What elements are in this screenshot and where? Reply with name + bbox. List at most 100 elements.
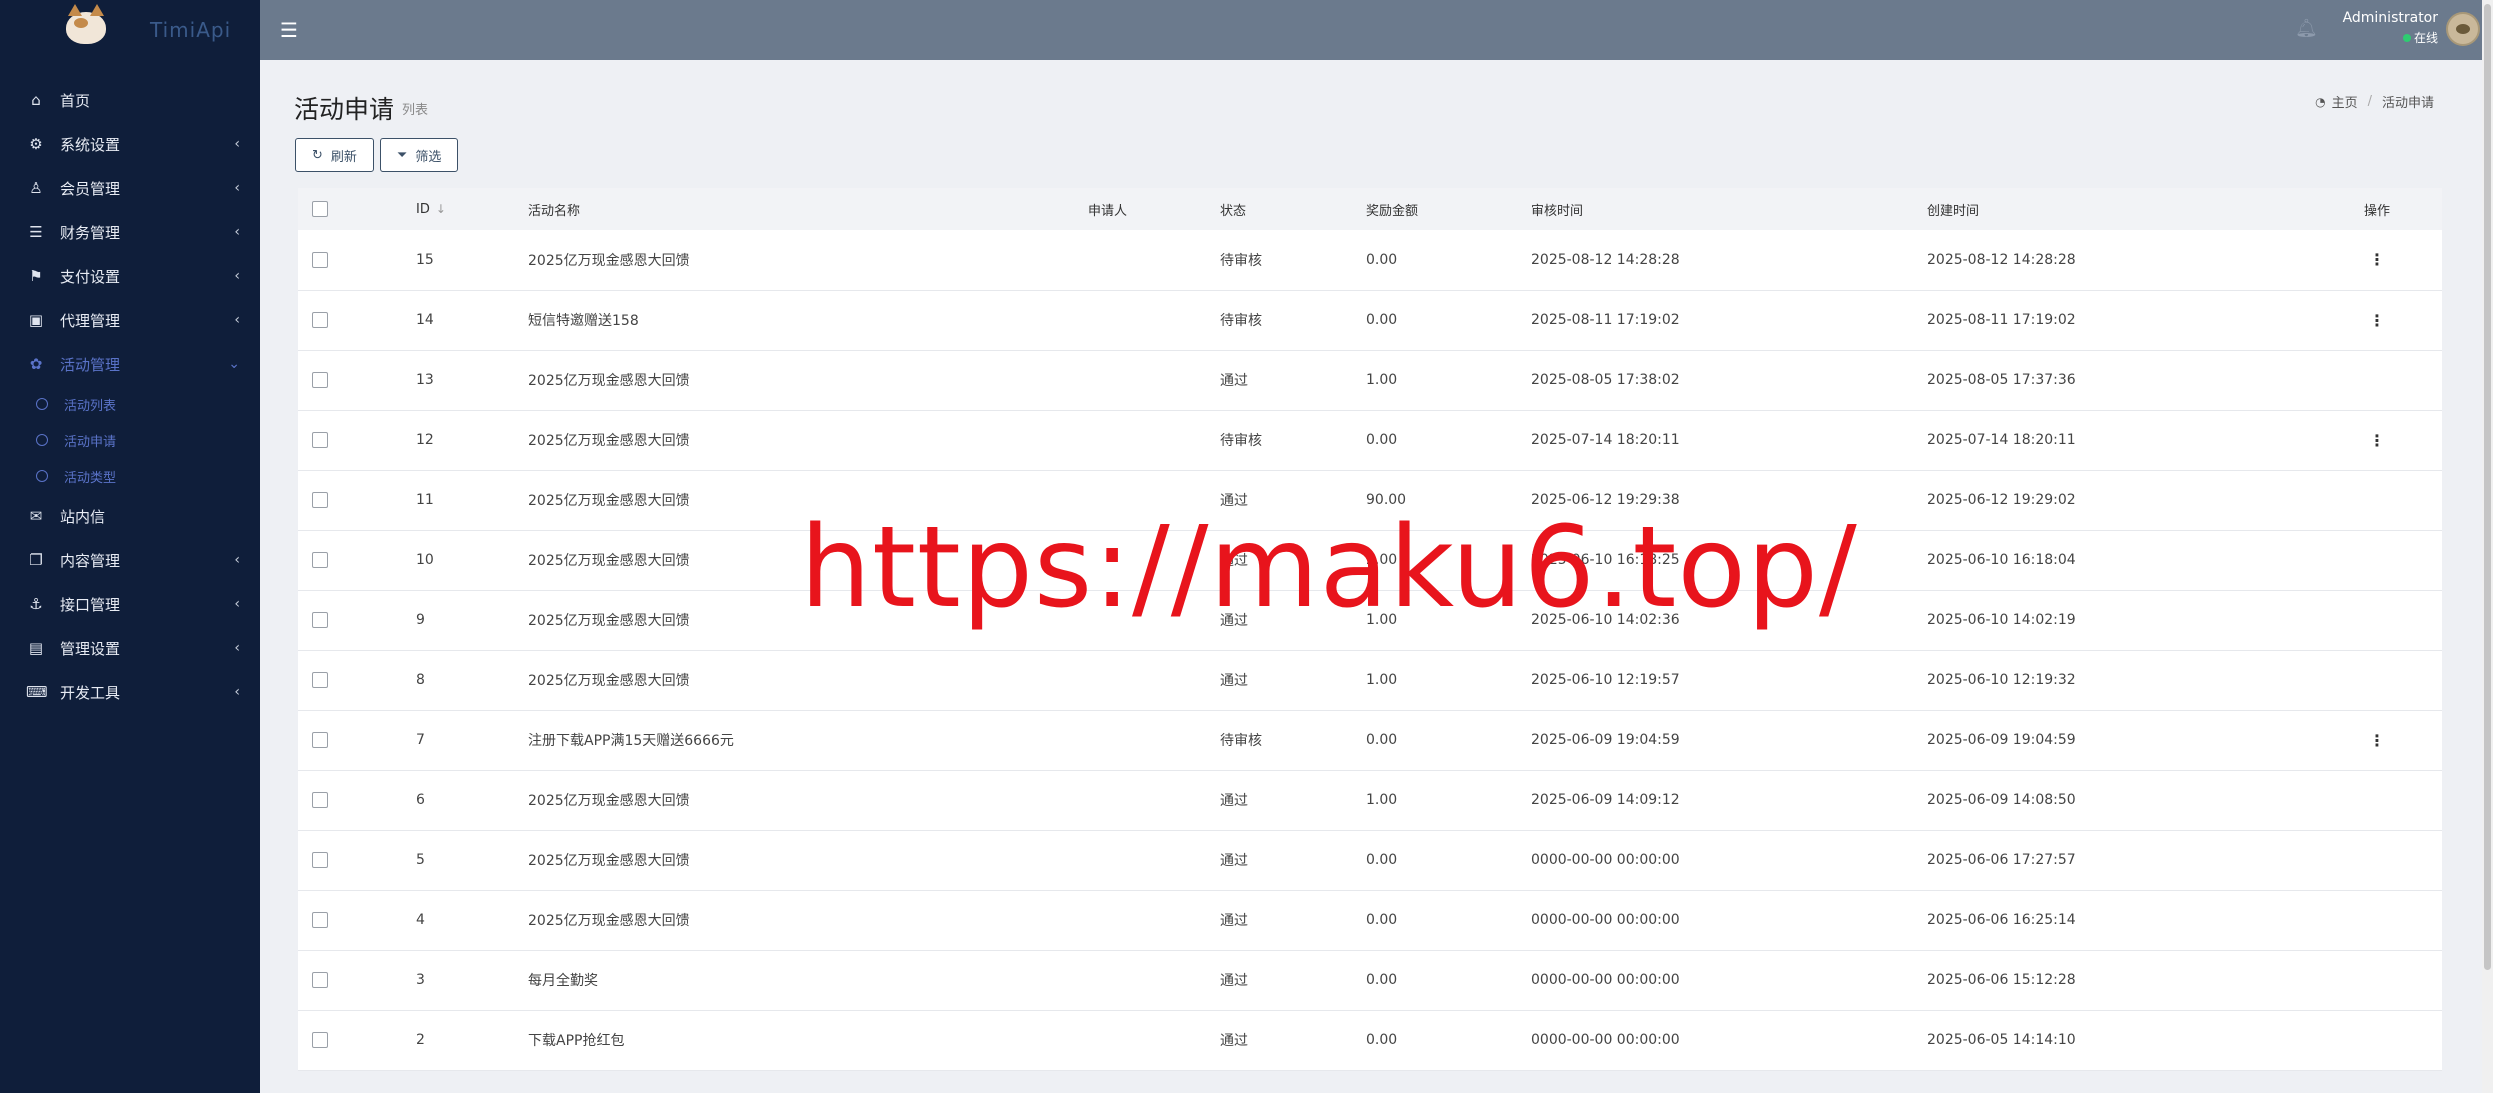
- column-header-id[interactable]: ID ↓: [416, 188, 528, 230]
- row-checkbox[interactable]: [312, 251, 328, 268]
- cell-created-time: 2025-08-12 14:28:28: [1927, 251, 2076, 268]
- sidebar-item[interactable]: ☰ 财务管理 ‹: [0, 210, 260, 254]
- row-checkbox[interactable]: [312, 552, 328, 568]
- breadcrumb-home[interactable]: 主页: [2332, 92, 2358, 111]
- table-row[interactable]: 7 注册下载APP满15天赠送6666元 待审核 0.00 2025-06-09 19:…: [298, 710, 2442, 770]
- select-all-checkbox[interactable]: [312, 201, 328, 217]
- submenu-item[interactable]: 活动申请: [0, 422, 260, 458]
- cell-id: 8: [416, 672, 425, 688]
- user-status: 在线: [2328, 29, 2438, 46]
- row-checkbox[interactable]: [312, 1032, 328, 1048]
- sidebar-item[interactable]: ✿ 活动管理 ⌄: [0, 342, 260, 386]
- submenu-item[interactable]: 活动列表: [0, 386, 260, 422]
- table-row[interactable]: 12 2025亿万现金感恩大回馈 待审核 0.00 2025-07-14 18:20:1…: [298, 410, 2442, 470]
- cell-status: 通过: [1220, 973, 1248, 989]
- refresh-button[interactable]: ↻ 刷新: [295, 138, 374, 172]
- scrollbar-thumb[interactable]: [2484, 4, 2491, 970]
- row-checkbox[interactable]: [312, 492, 328, 508]
- cell-amount: 1.00: [1366, 672, 1398, 688]
- table-row[interactable]: 2 下载APP抢红包 通过 0.00 0000-00-00 00:00:00 2025-0…: [298, 1010, 2442, 1070]
- cell-created-time: 2025-08-11 17:19:02: [1927, 312, 2076, 328]
- sidebar: TimiApi ⌂ 首页 ⚙ 系统设置 ‹ ♙ 会员管理 ‹ ☰ 财务管理 ‹ ⚑ 支付设置 ‹ ▣ 代理管理…: [0, 0, 260, 1093]
- cell-id: 5: [416, 852, 425, 868]
- cell-id: 13: [416, 372, 434, 388]
- cell-select: [298, 830, 416, 890]
- cell-applicant: [1088, 230, 1220, 290]
- cell-applicant: [1088, 950, 1220, 1010]
- row-checkbox[interactable]: [312, 732, 328, 748]
- activity-submenu: 活动列表 活动申请 活动类型: [0, 386, 260, 494]
- sidebar-item[interactable]: ♙ 会员管理 ‹: [0, 166, 260, 210]
- breadcrumb-current: 活动申请: [2381, 96, 2434, 111]
- menu-toggle-icon[interactable]: ☰: [280, 18, 298, 42]
- cell-review-time: 2025-08-05 17:38:02: [1531, 372, 1680, 388]
- page-scrollbar[interactable]: [2482, 0, 2493, 1093]
- column-header-amount: 奖励金额: [1366, 203, 1419, 219]
- cell-select: [298, 650, 416, 710]
- table-row[interactable]: 14 短信特邀赠送158 待审核 0.00 2025-08-11 17:19:02 202…: [298, 290, 2442, 350]
- row-checkbox[interactable]: [312, 852, 328, 868]
- sidebar-item[interactable]: ⌨ 开发工具 ‹: [0, 670, 260, 714]
- cell-actions: ⋮: [2312, 290, 2442, 350]
- table-row[interactable]: 5 2025亿万现金感恩大回馈 通过 0.00 0000-00-00 00:00:00 2…: [298, 830, 2442, 890]
- table-row[interactable]: 6 2025亿万现金感恩大回馈 通过 1.00 2025-06-09 14:09:12 2…: [298, 770, 2442, 830]
- bell-icon[interactable]: 🔔︎: [2295, 18, 2318, 39]
- cell-amount: 1.00: [1366, 372, 1398, 388]
- row-checkbox[interactable]: [312, 912, 328, 928]
- more-options-icon[interactable]: ⋮: [2369, 431, 2385, 450]
- row-checkbox[interactable]: [312, 612, 328, 628]
- user-info[interactable]: Administrator 在线: [2328, 10, 2438, 46]
- sidebar-item[interactable]: ▤ 管理设置 ‹: [0, 626, 260, 670]
- cell-created-time: 2025-06-10 16:18:04: [1927, 552, 2076, 568]
- cell-status: 待审核: [1220, 733, 1262, 749]
- table-row[interactable]: 13 2025亿万现金感恩大回馈 通过 1.00 2025-08-05 17:38:02…: [298, 350, 2442, 410]
- sidebar-item[interactable]: ⚙ 系统设置 ‹: [0, 122, 260, 166]
- cell-amount: 0.00: [1366, 432, 1398, 448]
- sidebar-item[interactable]: ▣ 代理管理 ‹: [0, 298, 260, 342]
- sidebar-item[interactable]: ❐ 内容管理 ‹: [0, 538, 260, 582]
- filter-button[interactable]: ⏷ 筛选: [379, 138, 459, 172]
- more-options-icon[interactable]: ⋮: [2369, 311, 2385, 330]
- anchor-icon: ⚓: [29, 595, 43, 613]
- table-row[interactable]: 4 2025亿万现金感恩大回馈 通过 0.00 0000-00-00 00:00:00 2…: [298, 890, 2442, 950]
- envelope-icon: ✉: [29, 507, 43, 525]
- cell-status: 待审核: [1220, 313, 1262, 329]
- sidebar-item[interactable]: ⚑ 支付设置 ‹: [0, 254, 260, 298]
- cell-id: 3: [416, 972, 425, 988]
- sidebar-item[interactable]: ✉ 站内信: [0, 494, 260, 538]
- more-options-icon[interactable]: ⋮: [2369, 250, 2385, 269]
- row-checkbox[interactable]: [312, 312, 328, 328]
- row-checkbox[interactable]: [312, 972, 328, 988]
- cell-actions: [2312, 350, 2442, 410]
- brand[interactable]: TimiApi: [0, 0, 260, 60]
- row-checkbox[interactable]: [312, 432, 328, 448]
- avatar[interactable]: [2446, 12, 2480, 46]
- sidebar-item[interactable]: ⚓ 接口管理 ‹: [0, 582, 260, 626]
- table-row[interactable]: 8 2025亿万现金感恩大回馈 通过 1.00 2025-06-10 12:19:57 2…: [298, 650, 2442, 710]
- cell-actions: [2312, 650, 2442, 710]
- cell-actions: [2312, 530, 2442, 590]
- cell-review-time: 2025-06-09 19:04:59: [1531, 732, 1680, 748]
- bookmark-icon: ⚑: [29, 267, 43, 285]
- submenu-item[interactable]: 活动类型: [0, 458, 260, 494]
- cell-activity-name: 下载APP抢红包: [528, 1033, 625, 1049]
- row-checkbox[interactable]: [312, 792, 328, 808]
- cell-amount: 1.00: [1366, 792, 1398, 808]
- table-row[interactable]: 3 每月全勤奖 通过 0.00 0000-00-00 00:00:00 2025-06-0…: [298, 950, 2442, 1010]
- watermark-text: https://maku6.top/: [800, 503, 1858, 633]
- row-checkbox[interactable]: [312, 372, 328, 388]
- row-checkbox[interactable]: [312, 672, 328, 688]
- more-options-icon[interactable]: ⋮: [2369, 731, 2385, 750]
- cell-status: 待审核: [1220, 252, 1262, 269]
- table-row[interactable]: 15 2025亿万现金感恩大回馈 待审核 0.00 2025-08-12 14:28:2…: [298, 230, 2442, 290]
- sort-arrow-icon[interactable]: ↓: [436, 202, 446, 216]
- cell-id: 2: [416, 1032, 425, 1048]
- column-header-status: 状态: [1220, 203, 1247, 219]
- cell-select: [298, 890, 416, 950]
- copy-icon: ❐: [29, 551, 43, 569]
- cell-actions: ⋮: [2312, 410, 2442, 470]
- cell-id: 9: [416, 612, 425, 628]
- column-header-review-time: 审核时间: [1531, 203, 1584, 219]
- cell-activity-name: 2025亿万现金感恩大回馈: [528, 793, 690, 809]
- sidebar-item[interactable]: ⌂ 首页: [0, 78, 260, 122]
